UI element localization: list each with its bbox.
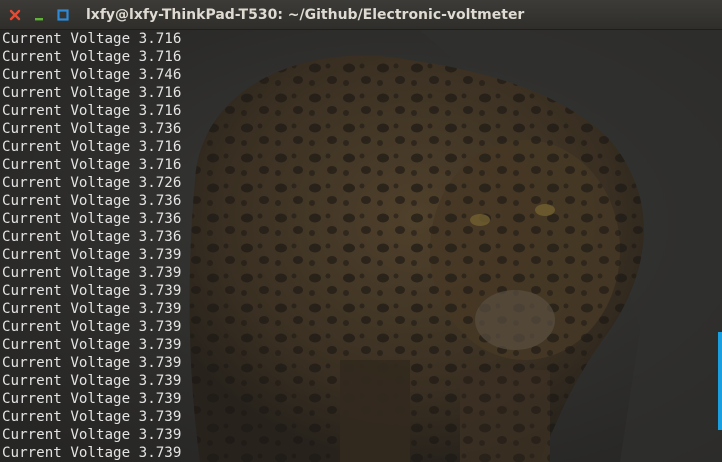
terminal-line: Current Voltage 3.739	[2, 283, 182, 299]
terminal-line: Current Voltage 3.739	[2, 373, 182, 389]
terminal-line: Current Voltage 3.739	[2, 409, 182, 425]
terminal-line: Current Voltage 3.736	[2, 193, 182, 209]
terminal-line: Current Voltage 3.716	[2, 157, 182, 173]
terminal-line: Current Voltage 3.716	[2, 103, 182, 119]
terminal-line: Current Voltage 3.716	[2, 31, 182, 47]
terminal-line: Current Voltage 3.736	[2, 229, 182, 245]
terminal-line: Current Voltage 3.739	[2, 355, 182, 371]
scrollbar-thumb[interactable]	[718, 332, 722, 430]
close-icon	[9, 9, 21, 21]
terminal-line: Current Voltage 3.746	[2, 67, 182, 83]
terminal-lines: Current Voltage 3.716 Current Voltage 3.7…	[0, 30, 181, 462]
terminal-line: Current Voltage 3.739	[2, 391, 182, 407]
terminal-output-area[interactable]: Current Voltage 3.716 Current Voltage 3.7…	[0, 30, 722, 462]
title-bar[interactable]: lxfy@lxfy-ThinkPad-T530: ~/Github/Electr…	[0, 0, 722, 30]
terminal-line: Current Voltage 3.739	[2, 265, 182, 281]
terminal-line: Current Voltage 3.739	[2, 319, 182, 335]
terminal-line: Current Voltage 3.736	[2, 211, 182, 227]
terminal-line: Current Voltage 3.739	[2, 301, 182, 317]
terminal-line: Current Voltage 3.716	[2, 139, 182, 155]
window-title: lxfy@lxfy-ThinkPad-T530: ~/Github/Electr…	[86, 7, 525, 23]
minimize-icon	[35, 18, 43, 21]
maximize-button[interactable]	[56, 8, 70, 22]
terminal-window: lxfy@lxfy-ThinkPad-T530: ~/Github/Electr…	[0, 0, 722, 462]
terminal-line: Current Voltage 3.716	[2, 85, 182, 101]
terminal-line: Current Voltage 3.739	[2, 445, 182, 461]
terminal-line: Current Voltage 3.739	[2, 247, 182, 263]
terminal-line: Current Voltage 3.739	[2, 337, 182, 353]
close-button[interactable]	[8, 8, 22, 22]
terminal-line: Current Voltage 3.716	[2, 49, 182, 65]
terminal-line: Current Voltage 3.736	[2, 121, 182, 137]
terminal-line: Current Voltage 3.726	[2, 175, 182, 191]
terminal-line: Current Voltage 3.739	[2, 427, 182, 443]
minimize-button[interactable]	[32, 8, 46, 22]
maximize-icon	[57, 9, 69, 21]
